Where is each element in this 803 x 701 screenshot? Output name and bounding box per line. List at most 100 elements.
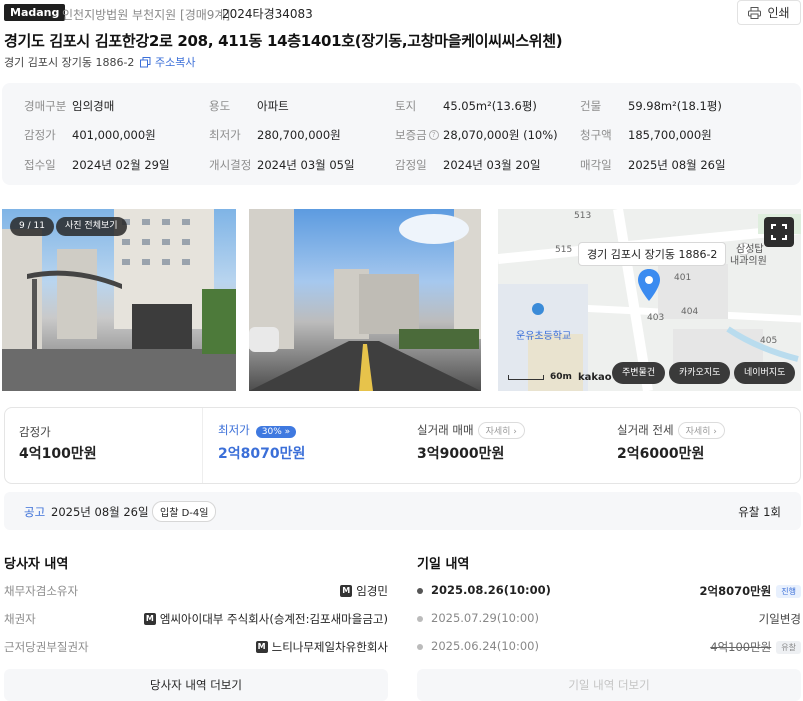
map-pin-icon [638,269,660,301]
apartment-gate-image [2,209,236,391]
history-date: 2025.06.24(10:00) [431,639,539,653]
min-price-label-row: 최저가 30% » [218,422,297,438]
property-photo-1[interactable]: 9 / 11 사진 전체보기 [2,209,236,391]
print-label: 인쇄 [767,6,790,20]
history-more-button[interactable]: 기일 내역 더보기 [417,669,801,701]
trade-value: 3억9000만원 [417,446,505,462]
party-name: 느티나무제일차유한회사 [271,640,388,654]
m-badge-icon: M [143,613,156,625]
map-building-number: 513 [574,211,592,221]
map-address-label: 경기 김포시 장기동 1886-2 [578,242,727,266]
rent-price-block: 실거래 전세 자세히 › 2억6000만원 [602,408,800,483]
info-label: 접수일 [24,158,56,172]
trade-label: 실거래 매매 [417,423,474,437]
nearby-items-button[interactable]: 주변물건 [612,362,666,384]
info-label: 청구액 [580,128,612,142]
timeline-dot [417,616,423,622]
copy-icon [140,56,151,67]
jibun-address: 경기 김포시 장기동 1886-2 [4,56,135,69]
info-label: 최저가 [209,128,241,142]
info-value: 아파트 [257,99,289,113]
history-value: 2억8070만원 [699,584,772,598]
party-row: 채권자 M 엠씨아이대부 주식회사(승계전:김포새마을금고) [4,611,388,627]
info-value: 59.98m²(18.1평) [628,99,722,113]
help-icon[interactable]: ? [428,130,439,140]
party-role: 근저당권부질권자 [4,640,89,654]
party-row: 채무자겸소유자 M 임경민 [4,583,388,599]
info-value: 2024년 03월 05일 [257,158,355,172]
map-building-number: 404 [681,307,699,317]
info-label: 감정일 [395,158,427,172]
info-label: 토지 [395,99,417,113]
history-date: 2025.08.26(10:00) [431,583,551,597]
min-price-value: 2억8070만원 [218,446,306,462]
expand-icon [771,224,787,240]
party-role: 채권자 [4,612,36,626]
case-number: 2024타경34083 [222,7,313,21]
info-value: 401,000,000원 [72,128,156,142]
deposit-label: 보증금 [395,128,427,142]
status-badge: 유찰 [776,640,801,654]
kakao-map-button[interactable]: 카카오지도 [669,362,731,384]
map-building-number: 515 [555,245,573,255]
trade-detail-button[interactable]: 자세히 › [477,422,525,439]
party-name: 엠씨아이대부 주식회사(승계전:김포새마을금고) [159,612,388,626]
price-summary: 감정가 4억100만원 최저가 30% » 2억8070만원 실거래 매매 자세히 … [4,407,801,484]
info-value: 임의경매 [72,99,115,113]
appraisal-label: 감정가 [19,425,51,439]
notice-label: 공고 [24,505,46,519]
brand-logo: Madang [4,4,66,21]
info-label: 경매구분 [24,99,67,113]
info-value: 45.05m²(13.6평) [443,99,537,113]
info-value: 2025년 08월 26일 [628,158,726,172]
map-place-label: 내과의원 [730,256,767,267]
party-name: 임경민 [356,584,388,598]
bid-dday-badge: 입찰 D-4일 [152,501,217,522]
fail-count: 유찰 1회 [738,505,781,519]
appraisal-value: 4억100만원 [19,446,97,462]
parties-heading: 당사자 내역 [4,557,69,572]
rent-label-row: 실거래 전세 자세히 › [617,422,725,439]
info-value: 2024년 03월 20일 [443,158,541,172]
history-heading: 기일 내역 [417,557,470,572]
rent-detail-button[interactable]: 자세히 › [677,422,725,439]
photo-counter: 9 / 11 [10,217,54,236]
info-label: 보증금? [395,127,443,143]
print-button[interactable]: 인쇄 [737,0,801,25]
map-school-label: 운유초등학교 [516,331,572,342]
m-badge-icon: M [255,641,268,653]
discount-badge: 30% » [255,426,297,438]
map-building-number: 405 [760,336,778,346]
location-map[interactable]: 513 515 401 403 404 405 운유초등학교 삼성탑 내과의원 … [498,209,801,391]
auction-info-panel: 경매구분 임의경매 용도 아파트 토지 45.05m²(13.6평) 건물 59.98m… [2,83,801,185]
info-value: 28,070,000원 (10%) [443,128,558,142]
chevrons-down-icon: » [284,427,291,437]
copy-address-button[interactable]: 주소복사 [140,54,195,70]
notice-date: 2025년 08월 26일 [51,505,149,519]
street-view-image [249,209,481,391]
naver-map-button[interactable]: 네이버지도 [734,362,796,384]
fullscreen-button[interactable] [764,217,794,247]
info-label: 건물 [580,99,602,113]
status-badge: 진행 [776,584,801,598]
map-building-number: 401 [674,273,692,283]
detail-chip-label: 자세히 [685,427,711,437]
detail-chip-label: 자세히 [485,427,511,437]
trade-label-row: 실거래 매매 자세히 › [417,422,525,439]
notice-bar: 공고 2025년 08월 26일 입찰 D-4일 유찰 1회 [4,492,801,530]
printer-icon [748,6,762,19]
map-scale-bar [508,375,544,380]
info-label: 감정가 [24,128,56,142]
parties-more-button[interactable]: 당사자 내역 더보기 [4,669,388,701]
trade-price-block: 실거래 매매 자세히 › 3억9000만원 [402,408,602,483]
page-title: 경기도 김포시 김포한강2로 208, 411동 14층1401호(장기동,고창… [4,32,563,50]
rent-value: 2억6000만원 [617,446,705,462]
info-value: 2024년 02월 29일 [72,158,170,172]
min-price-block: 최저가 30% » 2억8070만원 [203,408,402,483]
chevron-right-icon: › [713,427,717,437]
property-photo-2[interactable] [249,209,481,391]
court-name: 인천지방법원 부천지원 [경매9계] [62,8,231,22]
m-badge-icon: M [340,585,353,597]
info-value: 280,700,000원 [257,128,341,142]
view-all-photos-button[interactable]: 사진 전체보기 [56,217,127,236]
